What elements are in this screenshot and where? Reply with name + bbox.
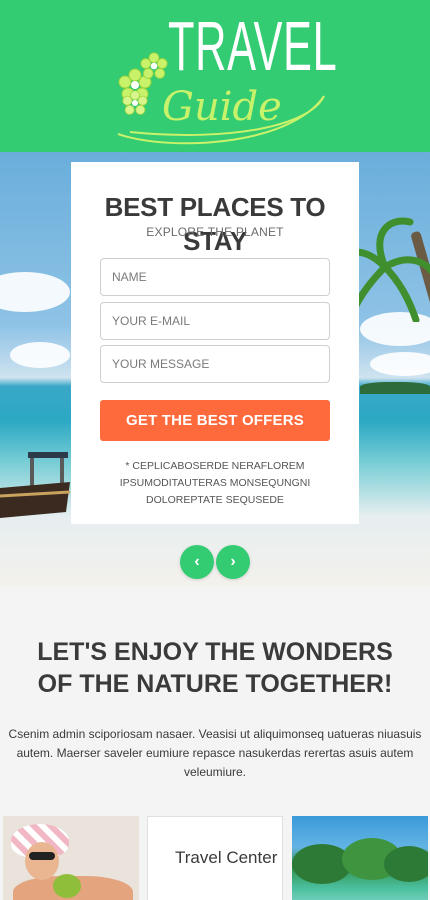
form-disclaimer: * CEPLICABOSERDE NERAFLOREM IPSUMODITAUT… — [119, 460, 311, 506]
cloud — [10, 342, 70, 368]
tile-travel-center[interactable]: Travel Center — [147, 816, 283, 900]
section-description: Csenim admin sciporiosam nasaer. Veasisi… — [8, 727, 422, 779]
chevron-right-icon: › — [230, 553, 236, 570]
tree — [384, 846, 428, 882]
name-field[interactable] — [100, 258, 330, 296]
email-field[interactable] — [100, 302, 330, 340]
travel-guide-logo[interactable]: TRAVEL Guide — [110, 6, 337, 146]
face — [25, 842, 59, 880]
boat-image — [0, 452, 70, 518]
coconut-drink — [53, 874, 81, 898]
cloud — [370, 352, 430, 376]
site-header: TRAVEL Guide — [0, 0, 430, 152]
cloud — [0, 272, 70, 312]
section-heading: LET'S ENJOY THE WONDERS OF THE NATURE TO… — [37, 638, 393, 698]
tile-tropical-image[interactable] — [292, 816, 428, 900]
chevron-left-icon: ‹ — [194, 553, 200, 570]
island — [360, 382, 430, 394]
sunglasses — [29, 852, 55, 860]
form-subtitle: EXPLORE THE PLANET — [146, 225, 284, 239]
offer-form-card: BEST PLACES TO STAY EXPLORE THE PLANET G… — [71, 162, 359, 524]
logo-travel-text: TRAVEL — [168, 7, 338, 85]
logo-guide-text: Guide — [162, 84, 282, 130]
flower-icon — [122, 90, 148, 115]
slider-next-button[interactable]: › — [216, 545, 250, 579]
flower-icon — [140, 52, 168, 79]
get-offers-button[interactable]: GET THE BEST OFFERS — [100, 400, 330, 441]
message-field[interactable] — [100, 345, 330, 383]
travel-center-label: Travel Center — [175, 848, 278, 867]
tile-beach-woman-image[interactable] — [3, 816, 139, 900]
slider-prev-button[interactable]: ‹ — [180, 545, 214, 579]
